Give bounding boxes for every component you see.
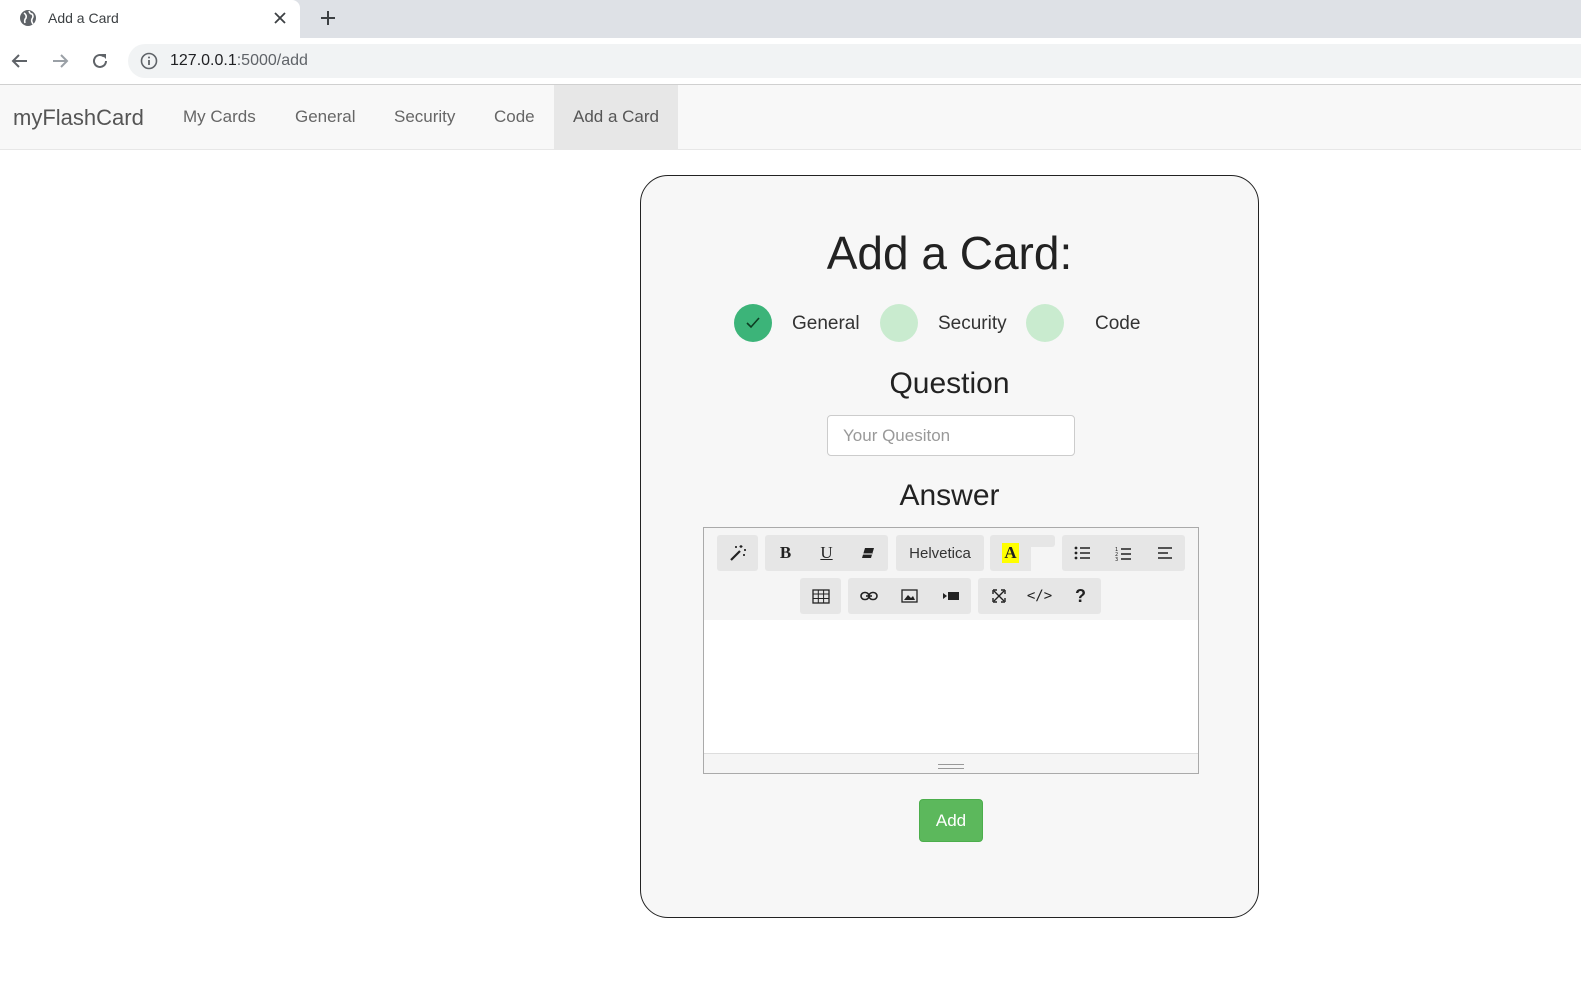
nav-security[interactable]: Security [375, 85, 474, 149]
para-group: 123 [1062, 535, 1185, 571]
editor-resize-bar[interactable] [704, 753, 1198, 773]
back-icon[interactable] [10, 51, 30, 71]
bold-icon[interactable]: B [765, 535, 806, 571]
browser-toolbar: 127.0.0.1:5000/add [0, 38, 1581, 85]
text-color-icon[interactable]: A [990, 535, 1031, 571]
app-navbar: myFlashCard My Cards General Security Co… [0, 85, 1581, 150]
browser-tabstrip: Add a Card [0, 0, 1581, 38]
url-text: 127.0.0.1:5000/add [170, 52, 308, 69]
font-group: Helvetica [896, 535, 984, 571]
forward-icon[interactable] [50, 51, 70, 71]
globe-icon [20, 10, 36, 26]
table-icon[interactable] [800, 578, 841, 614]
resize-grip-icon[interactable] [938, 764, 964, 769]
tab-title: Add a Card [48, 10, 119, 26]
style-group [717, 535, 758, 571]
underline-icon[interactable]: U [806, 535, 847, 571]
fullscreen-icon[interactable] [978, 578, 1019, 614]
check-icon [746, 317, 760, 329]
answer-editor: B U Helvetica A 123 </> ? [703, 527, 1199, 774]
question-label: Question [889, 367, 1010, 400]
step-security-label: Security [938, 313, 1007, 334]
step-code-label: Code [1095, 313, 1141, 334]
table-group [800, 578, 841, 614]
unordered-list-icon[interactable] [1062, 535, 1103, 571]
step-code-indicator[interactable] [1026, 304, 1064, 342]
nav-code[interactable]: Code [475, 85, 554, 149]
magic-icon[interactable] [717, 535, 758, 571]
step-general-indicator[interactable] [734, 304, 772, 342]
category-steps: General Security Code [641, 304, 1258, 344]
code-view-icon[interactable]: </> [1019, 578, 1060, 614]
brand-link[interactable]: myFlashCard [13, 105, 144, 131]
nav-general[interactable]: General [276, 85, 374, 149]
svg-text:3: 3 [1115, 557, 1118, 561]
color-dropdown-toggle[interactable] [1031, 535, 1055, 547]
help-icon[interactable]: ? [1060, 578, 1101, 614]
address-bar[interactable]: 127.0.0.1:5000/add [128, 44, 1581, 78]
answer-label: Answer [899, 479, 1000, 512]
page-title: Add a Card: [826, 227, 1073, 279]
align-icon[interactable] [1144, 535, 1185, 571]
question-input[interactable] [827, 415, 1075, 456]
nav-my-cards[interactable]: My Cards [164, 85, 275, 149]
close-icon[interactable] [272, 10, 288, 26]
browser-tab[interactable]: Add a Card [0, 0, 300, 38]
step-general-label: General [792, 313, 860, 334]
info-icon[interactable] [140, 52, 158, 70]
new-tab-icon[interactable] [318, 8, 338, 28]
video-icon[interactable] [930, 578, 971, 614]
link-icon[interactable] [848, 578, 889, 614]
ordered-list-icon[interactable]: 123 [1103, 535, 1144, 571]
answer-content-area[interactable] [704, 620, 1198, 744]
font-name-dropdown[interactable]: Helvetica [896, 535, 984, 571]
step-security-indicator[interactable] [880, 304, 918, 342]
reload-icon[interactable] [90, 51, 110, 71]
editor-toolbar: B U Helvetica A 123 </> ? [704, 528, 1198, 620]
eraser-icon[interactable] [847, 535, 888, 571]
misc-group: </> ? [978, 578, 1101, 614]
add-card-panel: Add a Card: General Security Code Questi… [640, 175, 1259, 918]
format-group: B U [765, 535, 888, 571]
insert-group [848, 578, 971, 614]
picture-icon[interactable] [889, 578, 930, 614]
add-button[interactable]: Add [919, 799, 983, 842]
color-group: A [990, 535, 1055, 571]
nav-add-a-card[interactable]: Add a Card [554, 85, 678, 149]
